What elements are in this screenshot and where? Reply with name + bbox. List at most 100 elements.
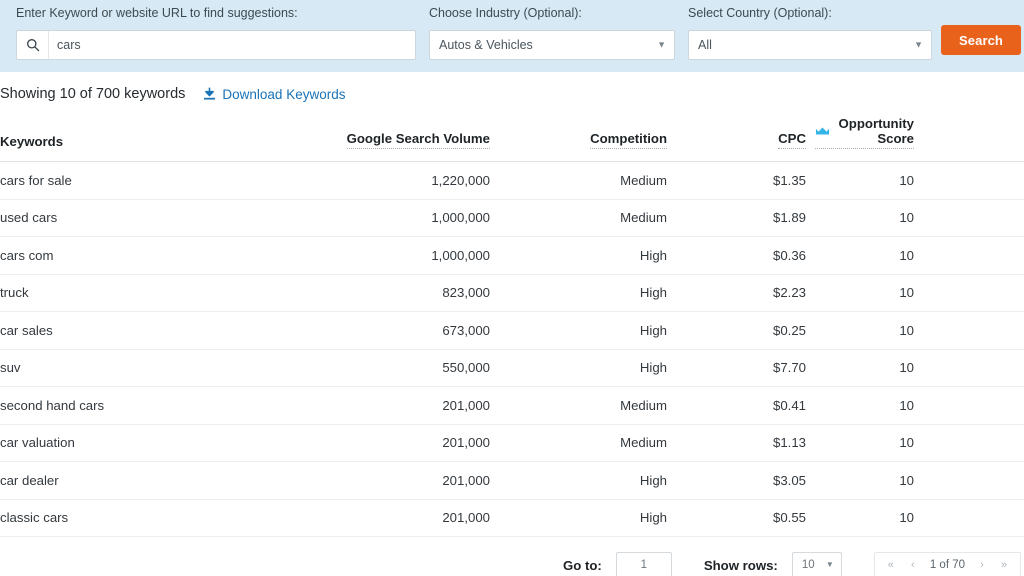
industry-field-group: Choose Industry (Optional): Autos & Vehi… [429, 0, 675, 60]
column-header-competition[interactable]: Competition [545, 116, 705, 162]
cell-opportunity: 10 [815, 499, 1024, 537]
country-selected-value: All [698, 37, 712, 52]
cell-keyword: car sales [0, 311, 340, 350]
industry-select[interactable]: Autos & Vehicles ▼ [429, 29, 675, 60]
results-meta-bar: Showing 10 of 700 keywords Download Keyw… [0, 72, 1024, 116]
cell-opportunity: 10 [815, 349, 1024, 387]
column-header-volume-label: Google Search Volume [346, 131, 490, 149]
keyword-field-group: Enter Keyword or website URL to find sug… [16, 0, 416, 60]
table-row[interactable]: cars com 1,000,000 High $0.36 10 [0, 236, 1024, 275]
table-body: cars for sale 1,220,000 Medium $1.35 10 used … [0, 161, 1024, 537]
goto-label: Go to: [563, 557, 602, 573]
table-row[interactable]: cars for sale 1,220,000 Medium $1.35 10 [0, 161, 1024, 200]
cell-volume: 201,000 [340, 461, 545, 500]
cell-keyword: used cars [0, 199, 340, 237]
table-head: Keywords Google Search Volume Competitio… [0, 116, 1024, 162]
cell-competition: High [545, 349, 705, 387]
crown-icon [815, 126, 830, 136]
cell-volume: 673,000 [340, 311, 545, 350]
cell-competition: High [545, 461, 705, 500]
cell-cpc: $0.41 [705, 386, 815, 425]
table-row[interactable]: classic cars 201,000 High $0.55 10 [0, 499, 1024, 537]
column-header-opportunity-wrap: Opportunity Score [815, 116, 914, 149]
show-rows-select[interactable]: 10 ▼ [791, 551, 842, 576]
column-header-cpc-label: CPC [778, 131, 806, 149]
table-row[interactable]: second hand cars 201,000 Medium $0.41 10 [0, 386, 1024, 425]
cell-keyword: cars com [0, 236, 340, 275]
search-button[interactable]: Search [941, 25, 1021, 55]
cell-competition: High [545, 311, 705, 350]
search-icon [17, 30, 49, 59]
cell-opportunity: 10 [815, 461, 1024, 500]
cell-keyword: suv [0, 349, 340, 387]
cell-competition: Medium [545, 424, 705, 462]
last-page-button[interactable]: » [993, 553, 1015, 576]
cell-competition: High [545, 236, 705, 275]
cell-keyword: second hand cars [0, 386, 340, 425]
search-panel: Enter Keyword or website URL to find sug… [0, 0, 1024, 72]
column-header-competition-label: Competition [590, 131, 667, 149]
column-header-volume[interactable]: Google Search Volume [340, 116, 545, 162]
country-label: Select Country (Optional): [688, 6, 832, 20]
cell-competition: Medium [545, 161, 705, 200]
prev-page-button[interactable]: ‹ [902, 553, 924, 576]
download-keywords-label: Download Keywords [222, 86, 346, 102]
cell-cpc: $0.36 [705, 236, 815, 275]
page-indicator: 1 of 70 [929, 559, 965, 571]
cell-cpc: $2.23 [705, 274, 815, 312]
pagination-controls: « ‹ 1 of 70 › » [873, 551, 1021, 576]
keyword-input-wrapper[interactable] [16, 29, 416, 60]
cell-volume: 550,000 [340, 349, 545, 387]
chevron-down-icon: ▼ [657, 39, 666, 49]
cell-volume: 1,000,000 [340, 199, 545, 237]
column-header-opportunity-label: Opportunity Score [838, 116, 914, 146]
table-row[interactable]: car dealer 201,000 High $3.05 10 [0, 461, 1024, 500]
country-select[interactable]: All ▼ [688, 29, 932, 60]
column-header-keywords[interactable]: Keywords [0, 116, 340, 162]
cell-competition: Medium [545, 386, 705, 425]
industry-label: Choose Industry (Optional): [429, 6, 582, 20]
cell-volume: 1,000,000 [340, 236, 545, 275]
column-header-opportunity-score[interactable]: Opportunity Score [815, 116, 1024, 162]
cell-cpc: $1.13 [705, 424, 815, 462]
cell-cpc: $0.25 [705, 311, 815, 350]
cell-competition: High [545, 274, 705, 312]
table-row[interactable]: suv 550,000 High $7.70 10 [0, 349, 1024, 387]
table-row[interactable]: car valuation 201,000 Medium $1.13 10 [0, 424, 1024, 462]
download-keywords-link[interactable]: Download Keywords [203, 87, 345, 102]
cell-cpc: $3.05 [705, 461, 815, 500]
cell-cpc: $1.35 [705, 161, 815, 200]
cell-keyword: car dealer [0, 461, 340, 500]
country-control-row: All ▼ [688, 29, 932, 60]
cell-keyword: truck [0, 274, 340, 312]
cell-keyword: classic cars [0, 499, 340, 537]
cell-opportunity: 10 [815, 161, 1024, 200]
cell-opportunity: 10 [815, 311, 1024, 350]
cell-cpc: $1.89 [705, 199, 815, 237]
industry-selected-value: Autos & Vehicles [439, 37, 533, 52]
keywords-table: Keywords Google Search Volume Competitio… [0, 116, 1024, 537]
chevron-down-icon: ▼ [825, 560, 834, 569]
cell-volume: 201,000 [340, 424, 545, 462]
next-page-button[interactable]: › [971, 553, 993, 576]
table-row[interactable]: truck 823,000 High $2.23 10 [0, 274, 1024, 312]
table-row[interactable]: used cars 1,000,000 Medium $1.89 10 [0, 199, 1024, 237]
goto-page-input[interactable] [615, 551, 672, 576]
cell-competition: Medium [545, 199, 705, 237]
column-header-cpc[interactable]: CPC [705, 116, 815, 162]
first-page-button[interactable]: « [880, 553, 902, 576]
cell-opportunity: 10 [815, 274, 1024, 312]
country-field-group: Select Country (Optional): All ▼ [688, 0, 932, 60]
show-rows-value: 10 [801, 559, 815, 571]
chevron-down-icon: ▼ [914, 39, 923, 49]
cell-opportunity: 10 [815, 424, 1024, 462]
cell-competition: High [545, 499, 705, 537]
column-header-keywords-label: Keywords [0, 134, 64, 149]
results-count-text: Showing 10 of 700 keywords [0, 86, 186, 102]
table-row[interactable]: car sales 673,000 High $0.25 10 [0, 311, 1024, 350]
cell-volume: 823,000 [340, 274, 545, 312]
cell-keyword: cars for sale [0, 161, 340, 200]
table-footer: Go to: Show rows: 10 ▼ « ‹ 1 of 70 › » [0, 537, 1024, 576]
industry-control-row: Autos & Vehicles ▼ [429, 29, 675, 60]
keyword-input[interactable] [49, 30, 415, 59]
